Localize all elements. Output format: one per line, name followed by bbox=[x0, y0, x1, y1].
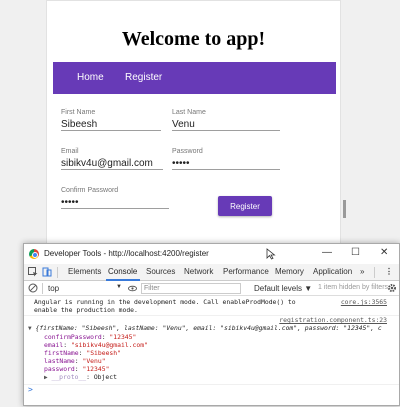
minimize-button[interactable]: — bbox=[322, 247, 332, 258]
tab-performance[interactable]: Performance bbox=[223, 267, 269, 276]
confirm-password-input[interactable]: ••••• bbox=[61, 197, 169, 209]
tab-application[interactable]: Application bbox=[313, 267, 352, 276]
property-key: email bbox=[44, 341, 64, 349]
tabbar-divider bbox=[57, 267, 58, 278]
object-proto[interactable]: ▶ __proto__: Object bbox=[44, 373, 117, 382]
property-value: "Venu" bbox=[82, 357, 106, 365]
register-button[interactable]: Register bbox=[218, 196, 272, 216]
filter-input[interactable]: Filter bbox=[141, 283, 241, 294]
console-prompt[interactable]: > bbox=[28, 386, 33, 394]
context-dropdown-icon[interactable]: ▼ bbox=[116, 284, 122, 290]
expand-arrow-icon[interactable]: ▼ bbox=[28, 325, 32, 333]
confirm-password-label: Confirm Password bbox=[61, 187, 119, 194]
confirm-password-field[interactable]: Confirm Password ••••• bbox=[61, 187, 169, 209]
object-property: password: "12345" bbox=[44, 365, 110, 373]
property-value: "Sibeesh" bbox=[86, 349, 121, 357]
log-levels-select[interactable]: Default levels ▼ bbox=[254, 284, 312, 293]
context-select[interactable]: top bbox=[48, 284, 59, 293]
password-field[interactable]: Password ••••• bbox=[172, 148, 280, 170]
proto-key: __proto__ bbox=[51, 373, 87, 381]
email-label: Email bbox=[61, 148, 79, 155]
nav-home-link[interactable]: Home bbox=[77, 72, 104, 83]
object-property: confirmPassword: "12345" bbox=[44, 333, 137, 341]
more-tabs-icon[interactable]: » bbox=[360, 267, 364, 276]
first-name-input[interactable]: Sibeesh bbox=[61, 119, 161, 131]
object-property: firstName: "Sibeesh" bbox=[44, 349, 121, 357]
first-name-label: First Name bbox=[61, 109, 96, 116]
clear-console-icon[interactable] bbox=[28, 283, 38, 293]
console-filterbar: top ▼ Filter Default levels ▼ 1 item hid… bbox=[24, 281, 399, 296]
close-button[interactable]: ✕ bbox=[380, 247, 388, 258]
object-summary[interactable]: ▼ {firstName: "Sibeesh", lastName: "Venu… bbox=[28, 324, 382, 333]
object-property: email: "sibikv4u@gmail.com" bbox=[44, 341, 148, 349]
devtools-title: Developer Tools - http://localhost:4200/… bbox=[44, 249, 209, 258]
password-input[interactable]: ••••• bbox=[172, 158, 280, 170]
tab-console[interactable]: Console bbox=[108, 267, 137, 276]
collapse-arrow-icon[interactable]: ▶ bbox=[44, 374, 48, 382]
object-summary-text: {firstName: "Sibeesh", lastName: "Venu",… bbox=[35, 324, 382, 332]
console-log-line: Angular is running in the development mo… bbox=[34, 298, 296, 306]
devtools-titlebar: Developer Tools - http://localhost:4200/… bbox=[24, 244, 399, 264]
email-input[interactable]: sibikv4u@gmail.com bbox=[61, 158, 163, 170]
tab-elements[interactable]: Elements bbox=[68, 267, 101, 276]
first-name-field[interactable]: First Name Sibeesh bbox=[61, 109, 161, 131]
password-label: Password bbox=[172, 148, 203, 155]
menu-icon[interactable]: ⋮ bbox=[385, 267, 393, 276]
email-field[interactable]: Email sibikv4u@gmail.com bbox=[61, 148, 163, 170]
proto-value: Object bbox=[93, 373, 117, 381]
property-key: firstName bbox=[44, 349, 79, 357]
property-value: "12345" bbox=[82, 365, 110, 373]
property-key: lastName bbox=[44, 357, 75, 365]
last-name-input[interactable]: Venu bbox=[172, 119, 280, 131]
devtools-window: Developer Tools - http://localhost:4200/… bbox=[23, 243, 400, 406]
top-navbar: Home Register bbox=[53, 62, 336, 94]
last-name-label: Last Name bbox=[172, 109, 206, 116]
tab-network[interactable]: Network bbox=[184, 267, 213, 276]
property-value: "sibikv4u@gmail.com" bbox=[70, 341, 148, 349]
console-separator bbox=[24, 384, 399, 385]
source-link[interactable]: registration.component.ts:23 bbox=[279, 316, 387, 324]
mouse-cursor-icon bbox=[266, 248, 276, 260]
property-key: confirmPassword bbox=[44, 333, 102, 341]
hidden-items-info: 1 item hidden by filters bbox=[318, 284, 389, 291]
property-key: password bbox=[44, 365, 75, 373]
filterbar-divider bbox=[42, 283, 43, 294]
inspect-element-icon[interactable] bbox=[28, 267, 38, 277]
devtools-tabbar: Elements Console Sources Network Perform… bbox=[24, 264, 399, 281]
maximize-button[interactable]: ☐ bbox=[351, 247, 360, 258]
console-output: Angular is running in the development mo… bbox=[24, 296, 399, 407]
device-toolbar-icon[interactable] bbox=[42, 267, 52, 277]
chrome-icon bbox=[29, 249, 39, 259]
tabbar-divider bbox=[374, 267, 375, 278]
console-log-line: enable the production mode. bbox=[34, 306, 138, 314]
page-title: Welcome to app! bbox=[121, 28, 266, 50]
tab-sources[interactable]: Sources bbox=[146, 267, 175, 276]
tab-memory[interactable]: Memory bbox=[275, 267, 304, 276]
page-scrollbar[interactable] bbox=[343, 200, 346, 218]
source-link[interactable]: core.js:3565 bbox=[341, 298, 387, 306]
eye-icon[interactable] bbox=[128, 284, 137, 293]
app-page: Welcome to app! Home Register First Name… bbox=[46, 0, 341, 245]
property-value: "12345" bbox=[109, 333, 137, 341]
gear-icon[interactable] bbox=[387, 283, 397, 293]
nav-register-link[interactable]: Register bbox=[125, 72, 162, 83]
last-name-field[interactable]: Last Name Venu bbox=[172, 109, 280, 131]
object-property: lastName: "Venu" bbox=[44, 357, 106, 365]
